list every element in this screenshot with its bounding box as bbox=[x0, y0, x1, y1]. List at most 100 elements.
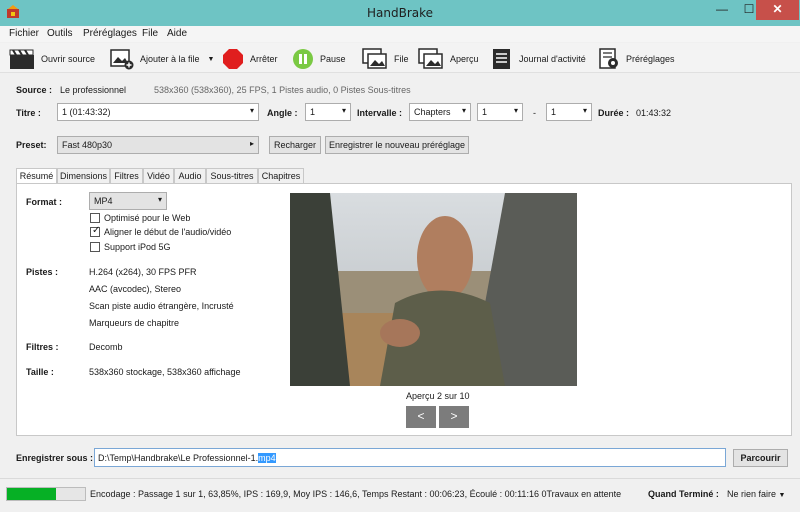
angle-value: 1 bbox=[310, 107, 316, 117]
progress-fill bbox=[7, 488, 57, 500]
taille-label: Taille : bbox=[26, 367, 54, 377]
pistes-label: Pistes : bbox=[26, 267, 59, 277]
source-name: Le professionnel bbox=[60, 85, 127, 95]
chapter-start-select[interactable]: 1 ▾ bbox=[477, 103, 523, 121]
duree-label: Durée : bbox=[598, 108, 630, 118]
presets-button[interactable]: Préréglages bbox=[598, 47, 675, 71]
format-select[interactable]: MP4 ▾ bbox=[89, 192, 167, 210]
filtres-value: Decomb bbox=[89, 342, 123, 352]
destination-path-input[interactable]: D:\Temp\Handbrake\Le Professionnel-1.mp4 bbox=[94, 448, 726, 467]
previous-preview-button[interactable]: < bbox=[406, 406, 436, 428]
menu-file[interactable]: File bbox=[142, 28, 158, 39]
preset-select[interactable]: Fast 480p30 ▸ bbox=[57, 136, 259, 154]
chevron-down-icon: ▾ bbox=[513, 106, 518, 115]
menu-aide[interactable]: Aide bbox=[167, 28, 187, 39]
menu-fichier[interactable]: Fichier bbox=[9, 28, 39, 39]
pause-button[interactable]: Pause bbox=[292, 47, 346, 71]
titre-label: Titre : bbox=[16, 108, 41, 118]
encode-progress-bar bbox=[6, 487, 86, 501]
chevron-down-icon: ▾ bbox=[157, 195, 162, 204]
queue-label: File bbox=[394, 54, 409, 64]
add-to-queue-button[interactable]: Ajouter à la file ▼ bbox=[110, 47, 214, 71]
window-title: HandBrake bbox=[366, 6, 434, 20]
menu-bar: Fichier Outils Préréglages File Aide bbox=[0, 26, 800, 42]
tab-sous-titres[interactable]: Sous-titres bbox=[206, 168, 258, 184]
when-done-label: Quand Terminé : bbox=[648, 489, 719, 499]
preview-caption: Aperçu 2 sur 10 bbox=[406, 391, 470, 401]
tab-audio[interactable]: Audio bbox=[174, 168, 206, 184]
checkmark-icon: ✓ bbox=[92, 225, 101, 236]
intervalle-mode-select[interactable]: Chapters ▾ bbox=[409, 103, 471, 121]
chevron-down-icon: ▼ bbox=[778, 492, 786, 499]
when-done-select[interactable]: Ne rien faire ▼ bbox=[727, 489, 785, 499]
tab-video[interactable]: Vidéo bbox=[143, 168, 174, 184]
menu-prereglages[interactable]: Préréglages bbox=[83, 28, 137, 39]
chevron-right-icon: ▸ bbox=[249, 139, 254, 148]
checkbox-box[interactable]: ✓ bbox=[90, 225, 101, 237]
source-info: 538x360 (538x360), 25 FPS, 1 Pistes audi… bbox=[154, 85, 411, 95]
minimize-button[interactable]: — bbox=[708, 0, 736, 20]
activity-log-button[interactable]: Journal d'activité bbox=[491, 47, 586, 71]
browse-button[interactable]: Parcourir bbox=[733, 449, 788, 467]
preview-icon bbox=[418, 48, 443, 69]
chevron-down-icon[interactable]: ▼ bbox=[208, 56, 215, 63]
checkbox-box[interactable] bbox=[90, 242, 100, 252]
save-as-label: Enregistrer sous : bbox=[16, 453, 94, 463]
encode-status-text: Encodage : Passage 1 sur 1, 63,85%, IPS … bbox=[90, 489, 622, 499]
add-to-queue-label: Ajouter à la file bbox=[140, 54, 200, 64]
destination-path-text: D:\Temp\Handbrake\Le Professionnel-1. bbox=[98, 453, 259, 463]
preset-label: Preset: bbox=[16, 140, 47, 150]
preset-value: Fast 480p30 bbox=[62, 140, 113, 150]
format-value: MP4 bbox=[94, 196, 113, 206]
chapter-end-value: 1 bbox=[551, 107, 557, 117]
save-new-preset-button[interactable]: Enregistrer le nouveau préréglage bbox=[325, 136, 469, 154]
chapter-end-select[interactable]: 1 ▾ bbox=[546, 103, 592, 121]
web-optimized-label: Optimisé pour le Web bbox=[104, 213, 191, 223]
source-label: Source : bbox=[16, 85, 53, 95]
titre-select[interactable]: 1 (01:43:32) ▾ bbox=[57, 103, 259, 121]
preview-label: Aperçu bbox=[450, 54, 479, 64]
format-label: Format : bbox=[26, 197, 62, 207]
queue-icon bbox=[362, 48, 387, 69]
chevron-down-icon: ▾ bbox=[461, 106, 466, 115]
angle-label: Angle : bbox=[267, 108, 298, 118]
track-chapters: Marqueurs de chapitre bbox=[89, 318, 180, 328]
open-source-button[interactable]: Ouvrir source bbox=[9, 47, 95, 71]
range-dash: - bbox=[533, 108, 536, 118]
presets-settings-icon bbox=[599, 48, 618, 69]
open-source-label: Ouvrir source bbox=[41, 54, 96, 64]
video-preview-image bbox=[290, 193, 577, 386]
preview-button[interactable]: Aperçu bbox=[418, 47, 479, 71]
taille-value: 538x360 stockage, 538x360 affichage bbox=[89, 367, 241, 377]
align-av-checkbox[interactable]: ✓ Aligner le début de l'audio/vidéo bbox=[90, 225, 231, 237]
status-bar: Encodage : Passage 1 sur 1, 63,85%, IPS … bbox=[0, 478, 800, 512]
stop-button[interactable]: Arrêter bbox=[222, 47, 278, 71]
next-preview-button[interactable]: > bbox=[439, 406, 469, 428]
chevron-down-icon: ▾ bbox=[582, 106, 587, 115]
tab-dimensions[interactable]: Dimensions bbox=[57, 168, 110, 184]
chevron-down-icon: ▾ bbox=[341, 106, 346, 115]
when-done-value: Ne rien faire bbox=[727, 489, 777, 499]
title-bar: HandBrake — ☐ ✕ bbox=[0, 0, 800, 26]
checkbox-box[interactable] bbox=[90, 213, 100, 223]
ipod-support-label: Support iPod 5G bbox=[104, 242, 171, 252]
tab-filtres[interactable]: Filtres bbox=[110, 168, 143, 184]
stop-icon bbox=[223, 49, 243, 69]
stop-label: Arrêter bbox=[250, 54, 278, 64]
reload-preset-button[interactable]: Recharger bbox=[269, 136, 321, 154]
filtres-label: Filtres : bbox=[26, 342, 59, 352]
close-button[interactable]: ✕ bbox=[756, 0, 799, 20]
chapter-start-value: 1 bbox=[482, 107, 488, 117]
ipod-support-checkbox[interactable]: Support iPod 5G bbox=[90, 242, 171, 252]
pause-icon bbox=[293, 49, 313, 69]
activity-log-label: Journal d'activité bbox=[519, 54, 586, 64]
angle-select[interactable]: 1 ▾ bbox=[305, 103, 351, 121]
menu-outils[interactable]: Outils bbox=[47, 28, 73, 39]
titre-value: 1 (01:43:32) bbox=[62, 107, 111, 117]
track-video: H.264 (x264), 30 FPS PFR bbox=[89, 267, 197, 277]
activity-log-icon bbox=[493, 49, 510, 69]
pause-label: Pause bbox=[320, 54, 346, 64]
web-optimized-checkbox[interactable]: Optimisé pour le Web bbox=[90, 213, 190, 223]
queue-button[interactable]: File bbox=[362, 47, 409, 71]
tab-chapitres[interactable]: Chapitres bbox=[258, 168, 304, 184]
